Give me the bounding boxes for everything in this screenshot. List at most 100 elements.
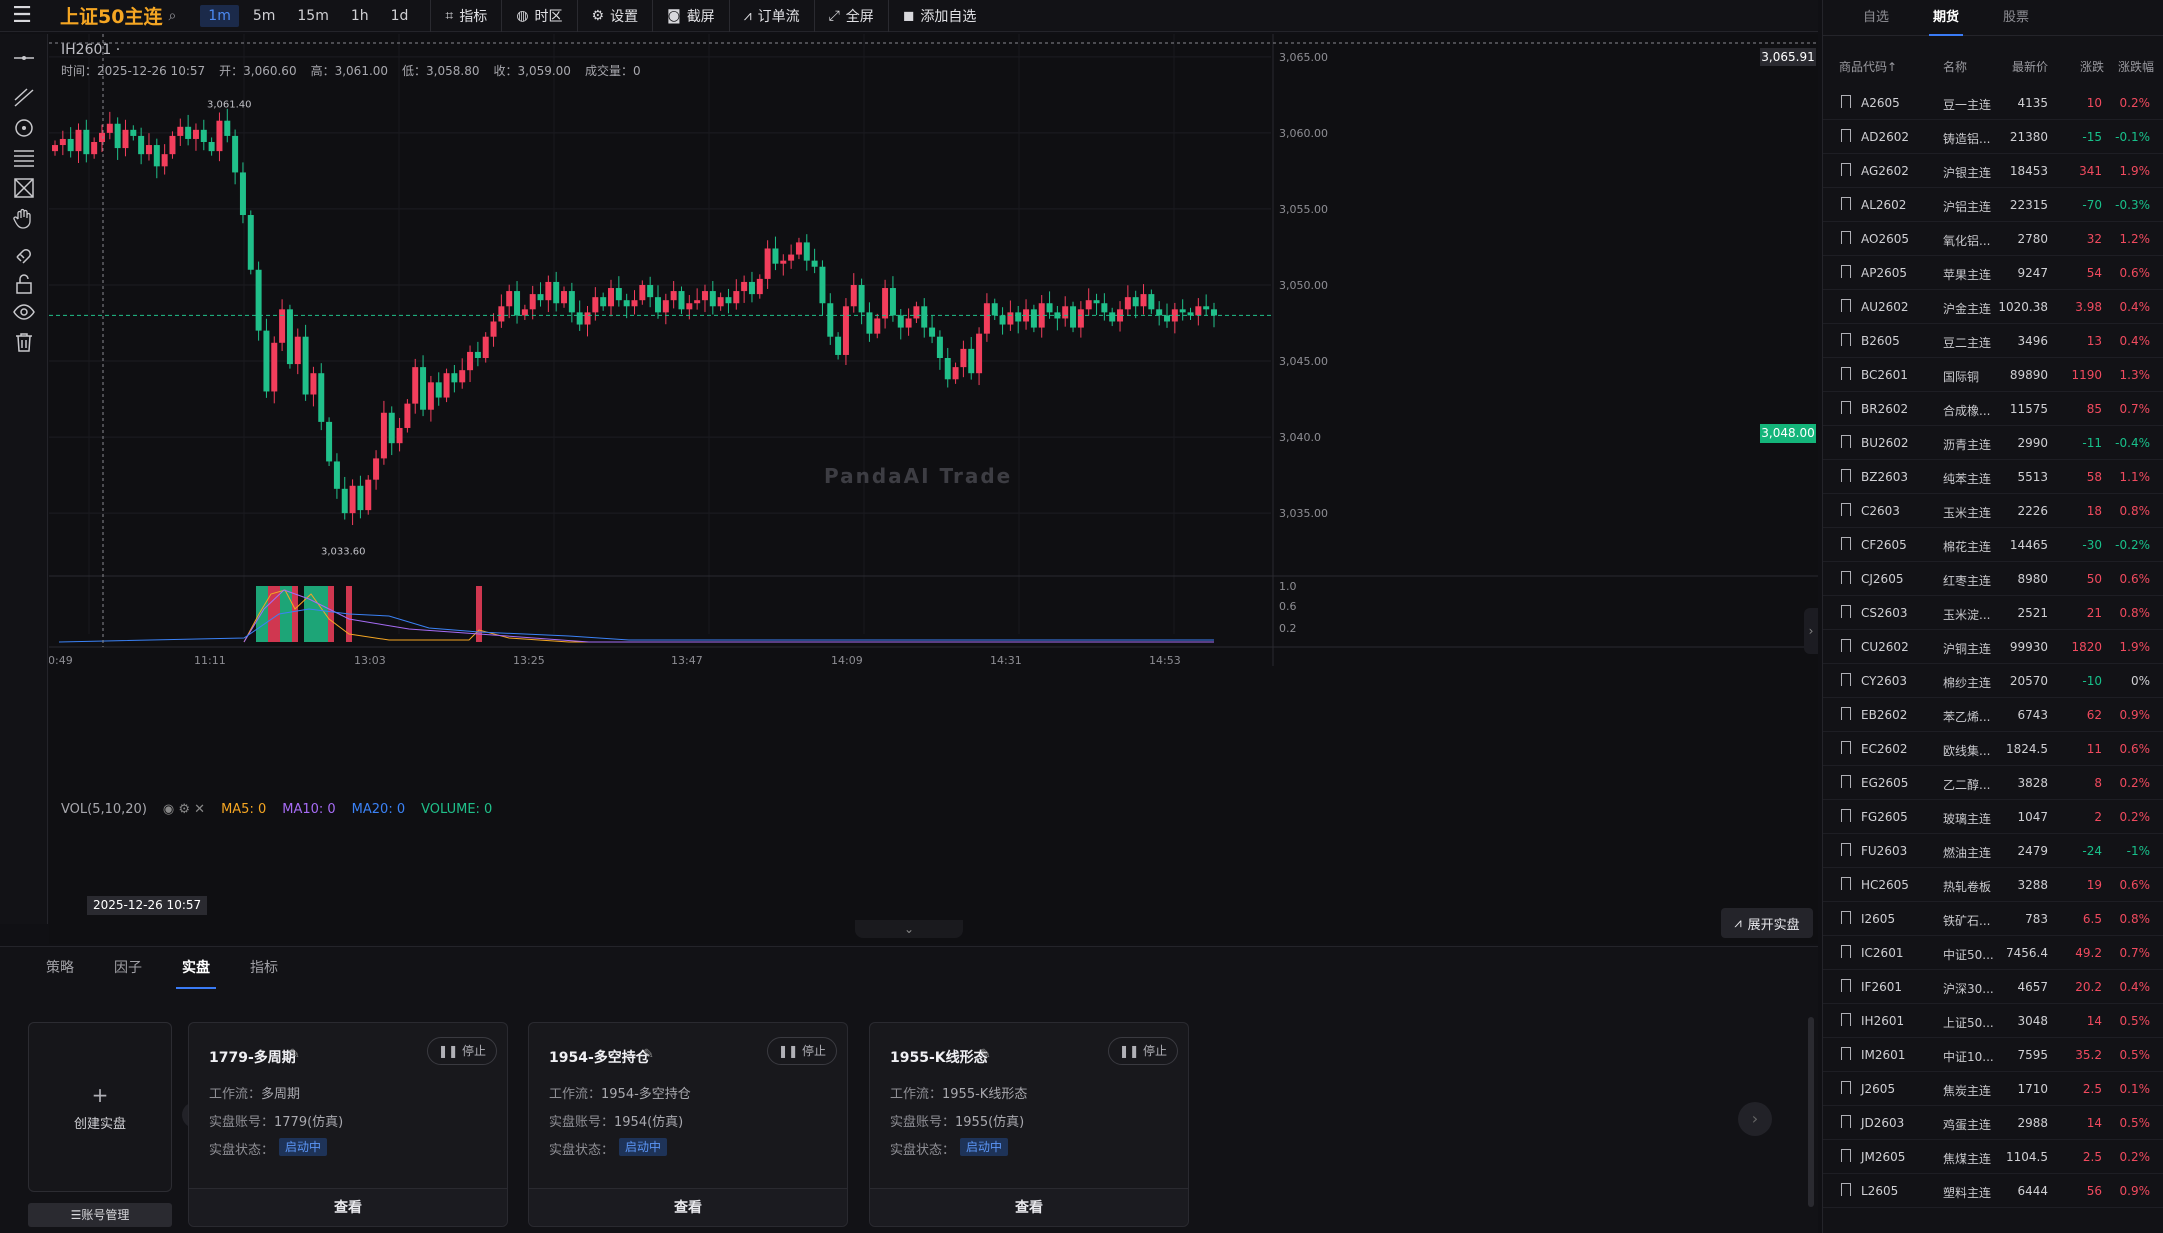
list-item[interactable]: EG2605 乙二醇... 3828 8 0.2% [1823,766,2163,800]
trend-line-icon[interactable] [10,84,38,112]
list-item[interactable]: IC2601 中证50... 7456.4 49.2 0.7% [1823,936,2163,970]
bookmark-icon[interactable] [1841,1081,1851,1094]
bookmark-icon[interactable] [1841,571,1851,584]
bookmark-icon[interactable] [1841,503,1851,516]
list-item[interactable]: CS2603 玉米淀... 2521 21 0.8% [1823,596,2163,630]
bookmark-icon[interactable] [1841,911,1851,924]
list-item[interactable]: J2605 焦炭主连 1710 2.5 0.1% [1823,1072,2163,1106]
list-item[interactable]: IM2601 中证10... 7595 35.2 0.5% [1823,1038,2163,1072]
tab-watchlist[interactable]: 自选 [1863,0,1889,36]
edit-icon[interactable]: ✎ [289,1047,300,1062]
list-item[interactable]: B2605 豆二主连 3496 13 0.4% [1823,324,2163,358]
pattern-tool-icon[interactable] [10,174,38,202]
symbol-title[interactable]: 上证50主连 [60,2,162,29]
menu-icon[interactable]: ☰ [0,0,44,32]
stop-button[interactable]: ❚❚ 停止 [427,1037,497,1065]
list-item[interactable]: I2605 铁矿石... 783 6.5 0.8% [1823,902,2163,936]
list-item[interactable]: HC2605 热轧卷板 3288 19 0.6% [1823,868,2163,902]
list-item[interactable]: C2603 玉米主连 2226 18 0.8% [1823,494,2163,528]
bookmark-icon[interactable] [1841,129,1851,142]
edit-icon[interactable]: ✎ [980,1047,991,1062]
unlock-icon[interactable] [10,270,38,298]
bookmark-icon[interactable] [1841,367,1851,380]
list-item[interactable]: CF2605 棉花主连 14465 -30 -0.2% [1823,528,2163,562]
search-icon[interactable]: ⌕ [168,8,176,24]
bookmark-icon[interactable] [1841,163,1851,176]
magnet-icon[interactable] [10,240,38,268]
bookmark-icon[interactable] [1841,673,1851,686]
tab-indicator[interactable]: 指标 [250,947,278,989]
list-item[interactable]: AP2605 苹果主连 9247 54 0.6% [1823,256,2163,290]
horizontal-line-icon[interactable] [10,44,38,72]
bookmark-icon[interactable] [1841,299,1851,312]
bookmark-icon[interactable] [1841,469,1851,482]
fullscreen-button[interactable]: ⤢ 全屏 [813,0,888,32]
bookmark-icon[interactable] [1841,605,1851,618]
scrollbar[interactable] [1808,1017,1814,1207]
list-item[interactable]: CJ2605 红枣主连 8980 50 0.6% [1823,562,2163,596]
circle-tool-icon[interactable] [10,114,38,142]
eye-icon[interactable] [10,298,38,326]
list-item[interactable]: BZ2603 纯苯主连 5513 58 1.1% [1823,460,2163,494]
bookmark-icon[interactable] [1841,537,1851,550]
timeframe-15m[interactable]: 15m [289,5,336,27]
list-item[interactable]: CU2602 沪铜主连 99930 1820 1.9% [1823,630,2163,664]
timeframe-5m[interactable]: 5m [245,5,284,27]
bookmark-icon[interactable] [1841,231,1851,244]
bookmark-icon[interactable] [1841,1149,1851,1162]
list-item[interactable]: EB2602 苯乙烯... 6743 62 0.9% [1823,698,2163,732]
bookmark-icon[interactable] [1841,843,1851,856]
stop-button[interactable]: ❚❚ 停止 [767,1037,837,1065]
tab-strategy[interactable]: 策略 [46,947,74,989]
list-item[interactable]: AD2602 铸造铝... 21380 -15 -0.1% [1823,120,2163,154]
list-item[interactable]: BC2601 国际铜 89890 1190 1.3% [1823,358,2163,392]
fibonacci-icon[interactable] [10,144,38,172]
view-button[interactable]: 查看 [870,1188,1188,1226]
tab-futures[interactable]: 期货 [1929,0,1964,36]
tab-stocks[interactable]: 股票 [2003,0,2029,36]
header-code[interactable]: 商品代码↑ [1839,58,1897,75]
orderflow-button[interactable]: ⩘ 订单流 [728,0,814,32]
account-manager-button[interactable]: ☰账号管理 [28,1203,172,1227]
list-item[interactable]: AG2602 沪银主连 18453 341 1.9% [1823,154,2163,188]
bookmark-icon[interactable] [1841,1047,1851,1060]
list-item[interactable]: EC2602 欧线集... 1824.5 11 0.6% [1823,732,2163,766]
list-item[interactable]: IF2601 沪深30... 4657 20.2 0.4% [1823,970,2163,1004]
list-item[interactable]: IH2601 上证50... 3048 14 0.5% [1823,1004,2163,1038]
list-item[interactable]: BR2602 合成橡... 11575 85 0.7% [1823,392,2163,426]
timeframe-1h[interactable]: 1h [343,5,377,27]
chevron-down-icon[interactable]: ⌄ [855,920,963,938]
list-item[interactable]: L2605 塑料主连 6444 56 0.9% [1823,1174,2163,1208]
stop-button[interactable]: ❚❚ 停止 [1108,1037,1178,1065]
add-watch-button[interactable]: ◼ 添加自选 [887,0,991,32]
bookmark-icon[interactable] [1841,1013,1851,1026]
timeframe-1d[interactable]: 1d [383,5,417,27]
list-item[interactable]: AU2602 沪金主连 1020.38 3.98 0.4% [1823,290,2163,324]
bookmark-icon[interactable] [1841,1115,1851,1128]
trash-icon[interactable] [10,328,38,356]
list-item[interactable]: A2605 豆一主连 4135 10 0.2% [1823,86,2163,120]
tab-factor[interactable]: 因子 [114,947,142,989]
chevron-right-icon[interactable]: › [1804,608,1818,654]
bookmark-icon[interactable] [1841,775,1851,788]
vol-visibility-icon[interactable]: ◉ ⚙ ✕ [163,802,205,817]
list-item[interactable]: AO2605 氧化铝... 2780 32 1.2% [1823,222,2163,256]
chart-area[interactable]: 3,061.40 3,033.60 3,065.00 3,060.00 3,055.00… [49,34,1818,944]
bookmark-icon[interactable] [1841,809,1851,822]
timeframe-1m[interactable]: 1m [200,4,239,27]
bookmark-icon[interactable] [1841,95,1851,108]
bookmark-icon[interactable] [1841,707,1851,720]
bookmark-icon[interactable] [1841,333,1851,346]
list-item[interactable]: JD2603 鸡蛋主连 2988 14 0.5% [1823,1106,2163,1140]
hand-icon[interactable] [10,204,38,232]
view-button[interactable]: 查看 [529,1188,847,1226]
list-item[interactable]: FG2605 玻璃主连 1047 2 0.2% [1823,800,2163,834]
screenshot-button[interactable]: ◙ 截屏 [652,0,729,32]
settings-button[interactable]: ⚙ 设置 [576,0,653,32]
bookmark-icon[interactable] [1841,741,1851,754]
list-item[interactable]: FU2603 燃油主连 2479 -24 -1% [1823,834,2163,868]
indicator-button[interactable]: ⌗ 指标 [430,0,501,32]
bookmark-icon[interactable] [1841,1183,1851,1196]
tab-live[interactable]: 实盘 [176,947,216,989]
bookmark-icon[interactable] [1841,265,1851,278]
